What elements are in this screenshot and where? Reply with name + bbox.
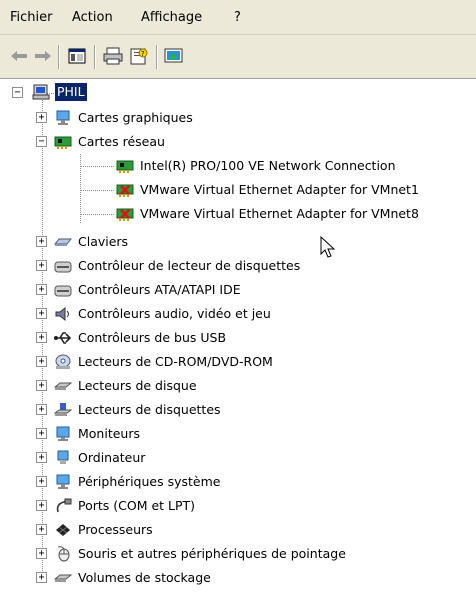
tree-line [80,154,81,223]
floppy-drive-icon [53,402,73,418]
computer-icon [32,84,50,100]
tree-line [80,214,114,215]
print-icon[interactable] [102,45,124,67]
ide-controller-icon [54,282,72,298]
menu-bar: Fichier Action Affichage ? [0,0,476,35]
tree-item-label: Ports (COM et LPT) [78,498,196,513]
help-icon[interactable] [163,45,185,67]
disk-drive-icon [53,378,73,394]
collapse-root-icon[interactable]: − [12,87,23,98]
mouse-cursor-icon [320,235,336,263]
display-adapter-icon [54,110,72,126]
tree-item-label: Contrôleur de lecteur de disquettes [78,258,301,273]
menu-help[interactable]: ? [234,10,241,25]
computer-icon [54,450,72,466]
expand-icon[interactable]: + [36,404,47,415]
network-adapter-icon [54,134,72,150]
menu-fichier[interactable]: Fichier [10,10,53,25]
device-tree: − PHIL + Cartes graphiques − Cartes rése… [12,79,476,606]
show-hide-console-tree-icon[interactable] [66,45,88,67]
network-adapter-label: VMware Virtual Ethernet Adapter for VMne… [140,206,419,221]
tree-item-label: Lecteurs de disque [78,378,197,393]
expand-icon[interactable]: + [36,308,47,319]
expand-icon[interactable]: + [36,112,47,123]
monitor-icon [54,426,72,442]
usb-icon [54,330,72,346]
expand-icon[interactable]: + [36,572,47,583]
expand-icon[interactable]: + [36,332,47,343]
tree-item-label: Périphériques système [78,474,221,489]
disabled-network-adapter-icon [116,182,134,198]
expand-icon[interactable]: + [36,428,47,439]
port-icon [54,498,72,514]
tree-item-label: Lecteurs de CD-ROM/DVD-ROM [78,354,273,369]
expand-icon[interactable]: + [36,452,47,463]
root-computer-label[interactable]: PHIL [55,83,87,101]
tree-item-label: Lecteurs de disquettes [78,402,221,417]
menu-affichage[interactable]: Affichage [141,10,202,25]
expand-icon[interactable]: + [36,476,47,487]
mouse-icon [54,546,72,562]
expand-icon[interactable]: + [36,260,47,271]
expand-icon[interactable]: + [36,284,47,295]
tree-item-label: Cartes réseau [78,134,165,149]
network-adapter-label: VMware Virtual Ethernet Adapter for VMne… [140,182,419,197]
tree-item-label: Contrôleurs audio, vidéo et jeu [78,306,271,321]
floppy-controller-icon [54,258,72,274]
toolbar-separator [58,45,60,69]
tree-item-label: Souris et autres périphériques de pointa… [78,546,346,561]
expand-icon[interactable]: + [36,548,47,559]
menu-action[interactable]: Action [72,10,113,25]
keyboard-icon [53,234,73,250]
network-adapter-icon [116,158,134,174]
speaker-icon [54,306,72,322]
network-adapter-label: Intel(R) PRO/100 VE Network Connection [140,158,396,173]
tree-item-label: Claviers [78,234,129,249]
collapse-icon[interactable]: − [36,136,47,147]
expand-icon[interactable]: + [36,236,47,247]
tree-item-label: Ordinateur [78,450,146,465]
toolbar: ? [0,35,476,79]
expand-icon[interactable]: + [36,500,47,511]
expand-icon[interactable]: + [36,356,47,367]
tree-item-label: Contrôleurs de bus USB [78,330,227,345]
tree-item-label: Contrôleurs ATA/ATAPI IDE [78,282,241,297]
expand-icon[interactable]: + [36,524,47,535]
tree-item-label: Processeurs [78,522,153,537]
tree-item-label: Volumes de stockage [78,570,211,585]
forward-arrow-icon[interactable] [32,45,54,67]
back-arrow-icon[interactable] [8,45,30,67]
disabled-network-adapter-icon [116,206,134,222]
svg-text:?: ? [141,50,145,58]
tree-item-label: Cartes graphiques [78,110,193,125]
expand-icon[interactable]: + [36,380,47,391]
toolbar-separator [94,45,96,69]
properties-icon[interactable]: ? [128,45,150,67]
storage-volume-icon [53,570,73,586]
system-device-icon [54,474,72,490]
cdrom-icon [54,354,72,370]
processor-icon [54,522,72,538]
tree-line [80,190,114,191]
toolbar-separator [156,45,158,69]
tree-line [80,166,114,167]
tree-item-label: Moniteurs [78,426,140,441]
